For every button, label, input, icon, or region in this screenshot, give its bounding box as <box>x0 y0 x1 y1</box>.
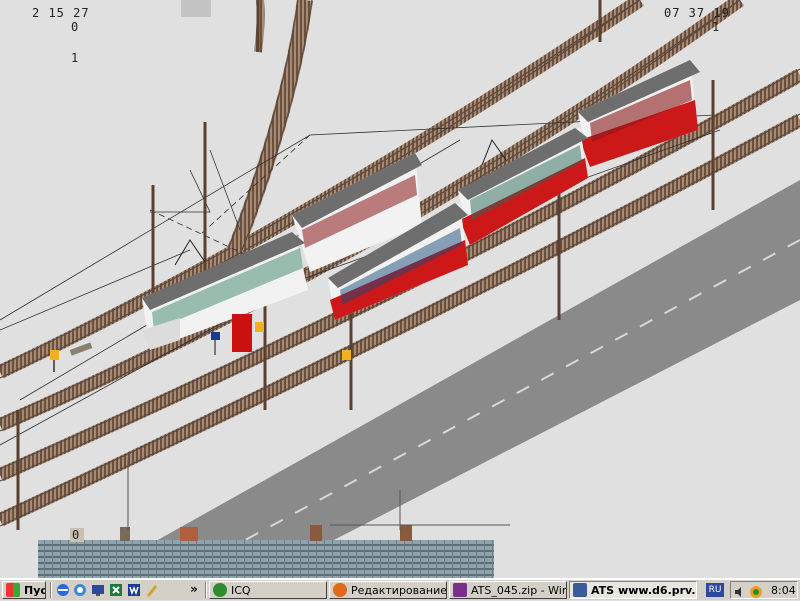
ie-icon[interactable] <box>55 582 71 598</box>
passenger-figure <box>232 314 252 352</box>
simulation-viewport[interactable] <box>0 0 800 578</box>
hud-value-left-1: 0 <box>71 20 80 34</box>
firefox-icon <box>333 583 347 597</box>
task-label: Редактирование мате... <box>351 583 447 597</box>
desktop-icon[interactable] <box>90 582 106 598</box>
windows-logo-icon <box>6 583 20 597</box>
task-label: ATS <box>591 583 615 597</box>
clock: 8:04 <box>771 584 796 597</box>
ats-window-icon <box>573 583 587 597</box>
url-label: www.d6.prv.pl <box>618 583 696 597</box>
winrar-icon <box>453 583 467 597</box>
taskbar: Пуск » ICQ Редактирование мате... ATS_04… <box>0 578 800 600</box>
hud-value-right: 1 <box>712 20 721 34</box>
task-label: ATS_045.zip - WinRAR ... <box>471 583 567 597</box>
task-label: ICQ <box>231 583 251 597</box>
start-button[interactable]: Пуск <box>2 581 46 599</box>
hud-time-right: 07 37 19 <box>664 6 730 20</box>
taskbar-separator <box>205 582 207 598</box>
word-icon[interactable] <box>126 582 142 598</box>
roof-number: 0 <box>72 528 81 542</box>
start-button-label: Пуск <box>24 583 45 597</box>
pen-icon[interactable] <box>144 582 160 598</box>
task-button-icq[interactable]: ICQ <box>209 581 327 599</box>
outlook-icon[interactable] <box>72 582 88 598</box>
task-button-ats[interactable]: ATS www.d6.prv.pl <box>569 581 697 599</box>
hud-box <box>181 0 211 17</box>
speaker-icon[interactable] <box>733 585 747 598</box>
taskbar-separator <box>50 582 52 598</box>
excel-icon[interactable] <box>108 582 124 598</box>
hud-value-left-2: 1 <box>71 51 80 65</box>
task-button-firefox[interactable]: Редактирование мате... <box>329 581 447 599</box>
tray-app-icon[interactable] <box>749 585 763 598</box>
hud-time-left: 2 15 27 <box>32 6 90 20</box>
more-chevron-icon[interactable]: » <box>186 582 202 598</box>
language-indicator[interactable]: RU <box>706 583 724 597</box>
icq-icon <box>213 583 227 597</box>
system-tray: 8:04 <box>730 581 798 599</box>
task-button-winrar[interactable]: ATS_045.zip - WinRAR ... <box>449 581 567 599</box>
